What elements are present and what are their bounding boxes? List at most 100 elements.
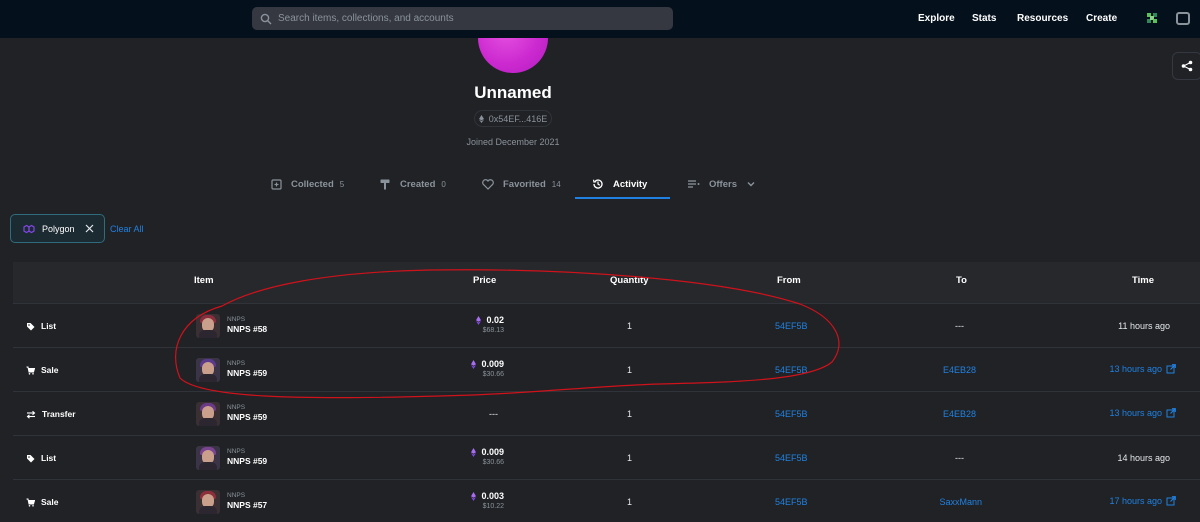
time-label: 13 hours ago (1109, 408, 1162, 418)
item-name[interactable]: NNPS #59 (227, 368, 267, 378)
joined-date: Joined December 2021 (466, 137, 560, 147)
price-usd: $68.13 (482, 327, 504, 334)
ethereum-icon (478, 114, 484, 123)
search-input[interactable] (278, 13, 658, 24)
transaction-time-link[interactable]: 13 hours ago (1109, 364, 1176, 374)
collected-icon (271, 178, 282, 190)
item-info[interactable]: NNPS NNPS #59 (227, 360, 267, 378)
tab-collected[interactable]: Collected 5 (271, 168, 344, 200)
nft-thumbnail[interactable] (196, 402, 220, 426)
row-divider (13, 479, 1200, 480)
item-name[interactable]: NNPS #57 (227, 500, 267, 510)
history-icon (592, 179, 603, 189)
to-address-link[interactable]: E4EB28 (943, 365, 976, 375)
nft-thumbnail[interactable] (196, 358, 220, 382)
row-divider (13, 347, 1200, 348)
nft-thumbnail[interactable] (196, 490, 220, 514)
price-cell: 0.02 $68.13 (476, 315, 504, 334)
time-label: 13 hours ago (1109, 364, 1162, 374)
price-value: 0.009 (481, 359, 504, 369)
item-name[interactable]: NNPS #59 (227, 456, 267, 466)
quantity-value: 1 (627, 321, 633, 331)
share-icon (1181, 60, 1193, 72)
polygon-eth-icon (471, 359, 477, 369)
nft-thumbnail[interactable] (196, 446, 220, 470)
price-usd: $30.66 (482, 459, 504, 466)
share-button[interactable] (1172, 52, 1200, 80)
search-icon (260, 13, 272, 24)
column-header-quantity: Quantity (610, 275, 649, 286)
event-type: List (26, 453, 56, 463)
search-bar[interactable] (252, 7, 673, 30)
item-name[interactable]: NNPS #59 (227, 412, 267, 422)
external-link-icon[interactable] (1166, 408, 1176, 418)
column-header-time: Time (1132, 275, 1155, 286)
tab-offers[interactable]: Offers (688, 168, 756, 200)
row-divider (13, 435, 1200, 436)
from-address-link[interactable]: 54EF5B (775, 409, 808, 419)
price-cell: 0.003 $10.22 (471, 491, 504, 510)
clear-all-link[interactable]: Clear All (110, 224, 144, 234)
from-address-link[interactable]: 54EF5B (775, 453, 808, 463)
event-type: List (26, 321, 56, 331)
wallet-address-pill[interactable]: 0x54EF...416E (474, 110, 552, 127)
price-usd: $30.66 (482, 371, 504, 378)
profile-tabs: Collected 5 Created 0 Favorited 14 Activ… (0, 168, 1200, 200)
nav-create[interactable]: Create (1086, 13, 1117, 24)
tab-collected-label: Collected (291, 178, 334, 190)
external-link-icon[interactable] (1166, 364, 1176, 374)
filter-chip-label: Polygon (42, 223, 75, 234)
row-divider (13, 391, 1200, 392)
account-avatar-icon[interactable] (1146, 12, 1158, 24)
event-label: List (41, 453, 57, 463)
polygon-icon (23, 224, 35, 233)
price-value: 0.003 (481, 491, 504, 501)
event-label: Transfer (42, 409, 76, 419)
tab-collected-count: 5 (339, 179, 345, 189)
table-header (13, 262, 1200, 304)
from-address-link[interactable]: 54EF5B (775, 321, 808, 331)
transfer-icon (26, 410, 36, 419)
column-header-from: From (777, 275, 801, 286)
wallet-icon[interactable] (1176, 12, 1190, 25)
nav-explore[interactable]: Explore (918, 13, 955, 24)
quantity-value: 1 (627, 497, 633, 507)
item-info[interactable]: NNPS NNPS #58 (227, 316, 267, 334)
from-address-link[interactable]: 54EF5B (775, 365, 808, 375)
top-navigation-bar: Explore Stats Resources Create (0, 0, 1200, 38)
tab-created[interactable]: Created 0 (380, 168, 446, 200)
collection-name: NNPS (227, 492, 246, 499)
transaction-time-link[interactable]: 13 hours ago (1109, 408, 1176, 418)
chevron-down-icon (747, 182, 755, 187)
item-info[interactable]: NNPS NNPS #57 (227, 492, 267, 510)
to-address-link[interactable]: SaxxMann (939, 497, 982, 507)
item-info[interactable]: NNPS NNPS #59 (227, 448, 267, 466)
from-address-link[interactable]: 54EF5B (775, 497, 808, 507)
polygon-filter-chip[interactable]: Polygon (10, 214, 105, 243)
active-tab-indicator (575, 197, 670, 199)
transaction-time-link[interactable]: 17 hours ago (1109, 496, 1176, 506)
price-value: --- (489, 409, 498, 419)
external-link-icon[interactable] (1166, 496, 1176, 506)
price-usd: $10.22 (482, 503, 504, 510)
tag-icon (27, 454, 35, 462)
collection-name: NNPS (227, 404, 246, 411)
nav-resources[interactable]: Resources (1017, 13, 1068, 24)
tab-created-label: Created (400, 178, 436, 190)
time-label: 14 hours ago (1117, 453, 1170, 463)
paint-roller-icon (380, 179, 390, 189)
to-address-link[interactable]: E4EB28 (943, 409, 976, 419)
collection-name: NNPS (227, 448, 246, 455)
event-label: List (41, 321, 57, 331)
time-label: 17 hours ago (1109, 496, 1162, 506)
nav-stats[interactable]: Stats (972, 13, 996, 24)
quantity-value: 1 (627, 365, 633, 375)
item-info[interactable]: NNPS NNPS #59 (227, 404, 267, 422)
item-name[interactable]: NNPS #58 (227, 324, 267, 334)
tab-activity[interactable]: Activity (592, 168, 647, 200)
tab-favorited[interactable]: Favorited 14 (482, 168, 561, 200)
list-icon (688, 180, 700, 188)
nft-thumbnail[interactable] (196, 314, 220, 338)
close-icon[interactable] (85, 224, 94, 233)
price-value: 0.02 (486, 315, 504, 325)
